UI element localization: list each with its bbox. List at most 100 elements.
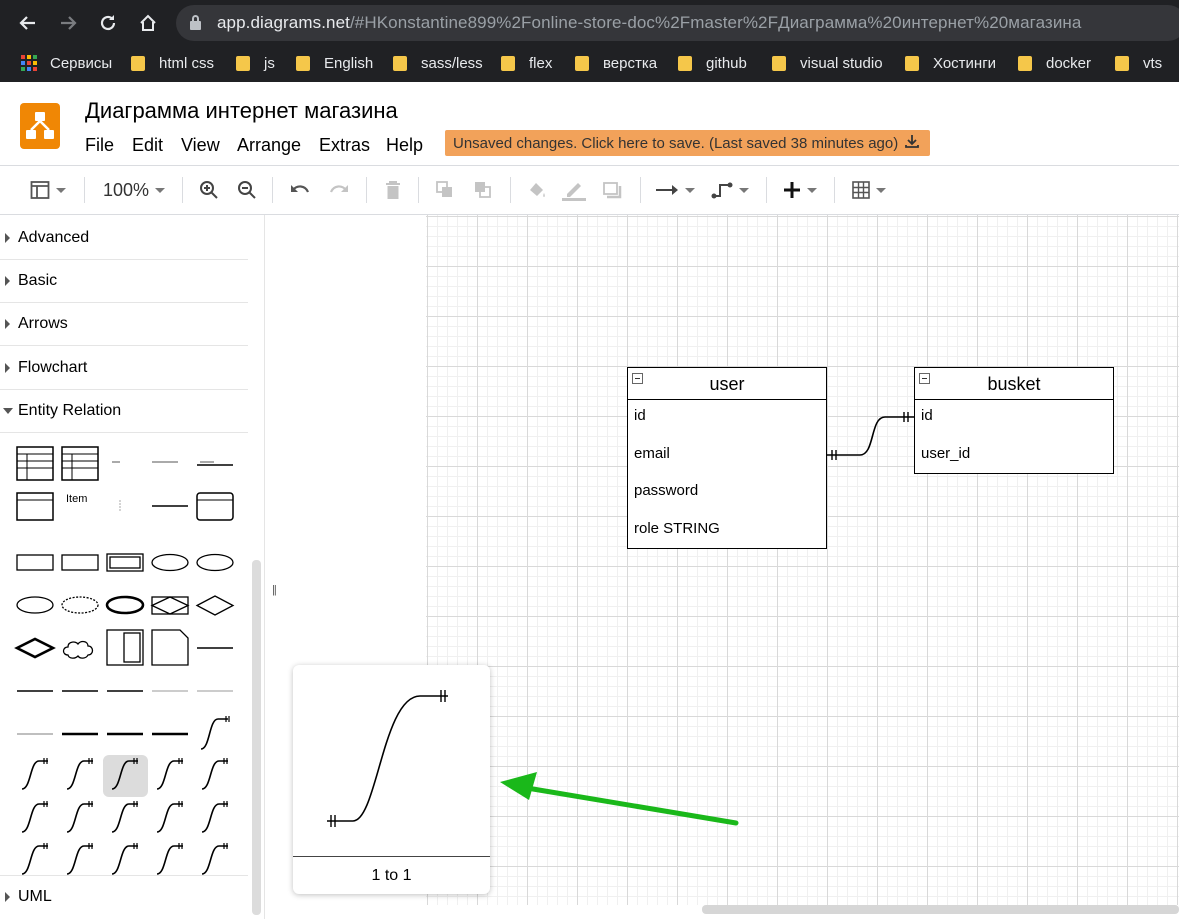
shape-multivalued-attribute[interactable]	[105, 595, 145, 615]
shape-entity[interactable]	[16, 554, 54, 571]
canvas-horizontal-scrollbar[interactable]	[702, 905, 1179, 914]
bookmark-hosting[interactable]: Хостинги	[905, 52, 996, 74]
redo-button[interactable]	[326, 176, 352, 204]
bookmark-html-css[interactable]: html css	[131, 52, 214, 74]
shape-key-attribute[interactable]	[196, 553, 234, 572]
shape-attribute[interactable]	[151, 553, 189, 572]
shape-item[interactable]: Item	[66, 493, 87, 505]
waypoints-button[interactable]	[708, 176, 752, 204]
table-busket[interactable]: busket id user_id	[914, 367, 1114, 474]
table-busket-row-id[interactable]: id	[921, 407, 933, 424]
home-icon[interactable]	[134, 9, 162, 37]
folder-icon	[1018, 55, 1032, 71]
table-user[interactable]: user id email password role STRING	[627, 367, 827, 549]
section-uml[interactable]: UML	[0, 875, 248, 918]
table-user-row-id[interactable]: id	[634, 407, 646, 424]
insert-button[interactable]	[778, 176, 822, 204]
bookmark-verstka[interactable]: верстка	[575, 52, 657, 74]
forward-icon[interactable]	[54, 9, 82, 37]
shape-cloud[interactable]	[62, 640, 94, 659]
expand-icon	[5, 892, 10, 902]
to-front-icon	[436, 181, 452, 197]
shape-table-pair[interactable]	[106, 629, 144, 666]
to-back-button[interactable]	[470, 176, 496, 204]
shape-entity-2[interactable]	[61, 554, 99, 571]
table-user-row-role[interactable]: role STRING	[634, 520, 720, 537]
delete-button[interactable]	[380, 176, 406, 204]
table-busket-header[interactable]: busket	[915, 368, 1113, 400]
bookmark-services[interactable]: Сервисы	[21, 52, 112, 74]
shape-row-line[interactable]	[197, 461, 233, 466]
reload-icon[interactable]	[94, 9, 122, 37]
view-panels-button[interactable]	[26, 176, 70, 204]
section-arrows[interactable]: Arrows	[0, 303, 248, 346]
zoom-dropdown[interactable]: 100%	[98, 176, 170, 204]
expand-icon	[5, 233, 10, 243]
bookmark-english[interactable]: English	[296, 52, 373, 74]
shape-attribute-2[interactable]	[16, 596, 54, 614]
zoom-in-button[interactable]	[196, 176, 222, 204]
drawio-logo-icon[interactable]	[20, 103, 60, 149]
document-title[interactable]: Диаграмма интернет магазина	[85, 98, 398, 124]
table-user-title[interactable]: user	[709, 374, 744, 394]
section-basic[interactable]: Basic	[0, 260, 248, 303]
table-button[interactable]	[848, 176, 890, 204]
splitter-grip-icon[interactable]: ||	[272, 584, 277, 596]
table-user-row-email[interactable]: email	[634, 445, 670, 462]
folder-icon	[905, 55, 919, 71]
bookmark-sass-less[interactable]: sass/less	[393, 52, 483, 74]
bookmark-docker[interactable]: docker	[1018, 52, 1091, 74]
table-busket-row-user-id[interactable]: user_id	[921, 445, 970, 462]
shape-row-tiny[interactable]	[152, 461, 178, 463]
section-flowchart[interactable]: Flowchart	[0, 347, 248, 390]
shape-relationship[interactable]	[195, 595, 235, 616]
menu-arrange[interactable]: Arrange	[237, 135, 301, 156]
collapse-icon[interactable]	[919, 373, 930, 384]
bookmark-js[interactable]: js	[236, 52, 275, 74]
menu-edit[interactable]: Edit	[132, 135, 163, 156]
shape-rounded-table[interactable]	[196, 492, 234, 521]
lock-icon[interactable]	[190, 15, 201, 30]
line-color-button[interactable]	[561, 176, 587, 204]
bookmark-visual-studio[interactable]: visual studio	[772, 52, 883, 74]
bookmark-vts[interactable]: vts	[1115, 52, 1162, 74]
shape-associative-entity[interactable]	[150, 596, 190, 615]
shape-weak-entity[interactable]	[106, 553, 144, 572]
sidebar-splitter[interactable]	[266, 215, 284, 919]
bookmark-flex[interactable]: flex	[501, 52, 552, 74]
table-user-header[interactable]: user	[628, 368, 826, 400]
connection-style-button[interactable]	[653, 176, 697, 204]
shape-table-2[interactable]	[61, 446, 99, 481]
unsaved-changes-button[interactable]: Unsaved changes. Click here to save. (La…	[445, 130, 930, 156]
to-front-button[interactable]	[432, 176, 458, 204]
shape-table-3[interactable]	[16, 492, 54, 521]
section-advanced[interactable]: Advanced	[0, 217, 248, 260]
plus-icon	[784, 182, 800, 198]
menu-extras[interactable]: Extras	[319, 135, 370, 156]
url-text[interactable]: app.diagrams.net/#HKonstantine899%2Fonli…	[217, 13, 1081, 33]
fill-color-button[interactable]	[524, 176, 550, 204]
shape-table[interactable]	[16, 446, 54, 481]
menu-file[interactable]: File	[85, 135, 114, 156]
shape-text-tiny[interactable]	[112, 461, 120, 463]
back-icon[interactable]	[14, 9, 42, 37]
table-user-row-password[interactable]: password	[634, 482, 698, 499]
undo-button[interactable]	[287, 176, 313, 204]
expand-icon	[5, 276, 10, 286]
bookmark-github[interactable]: github	[678, 52, 747, 74]
address-bar[interactable]: app.diagrams.net/#HKonstantine899%2Fonli…	[176, 5, 1179, 41]
menu-help[interactable]: Help	[386, 135, 423, 156]
shape-relation-curve-0[interactable]	[200, 716, 230, 750]
shape-note[interactable]	[151, 629, 189, 666]
collapse-icon[interactable]	[632, 373, 643, 384]
shape-derived-attribute[interactable]	[61, 596, 99, 614]
zoom-out-button[interactable]	[234, 176, 260, 204]
menu-view[interactable]: View	[181, 135, 220, 156]
sidebar-scrollbar[interactable]	[252, 560, 261, 915]
table-busket-title[interactable]: busket	[987, 374, 1040, 394]
trash-icon	[386, 181, 400, 199]
section-entity-relation[interactable]: Entity Relation	[0, 390, 248, 433]
shape-identifying-relationship[interactable]	[14, 637, 56, 659]
relation-connector[interactable]	[820, 405, 920, 465]
shadow-button[interactable]	[599, 176, 625, 204]
